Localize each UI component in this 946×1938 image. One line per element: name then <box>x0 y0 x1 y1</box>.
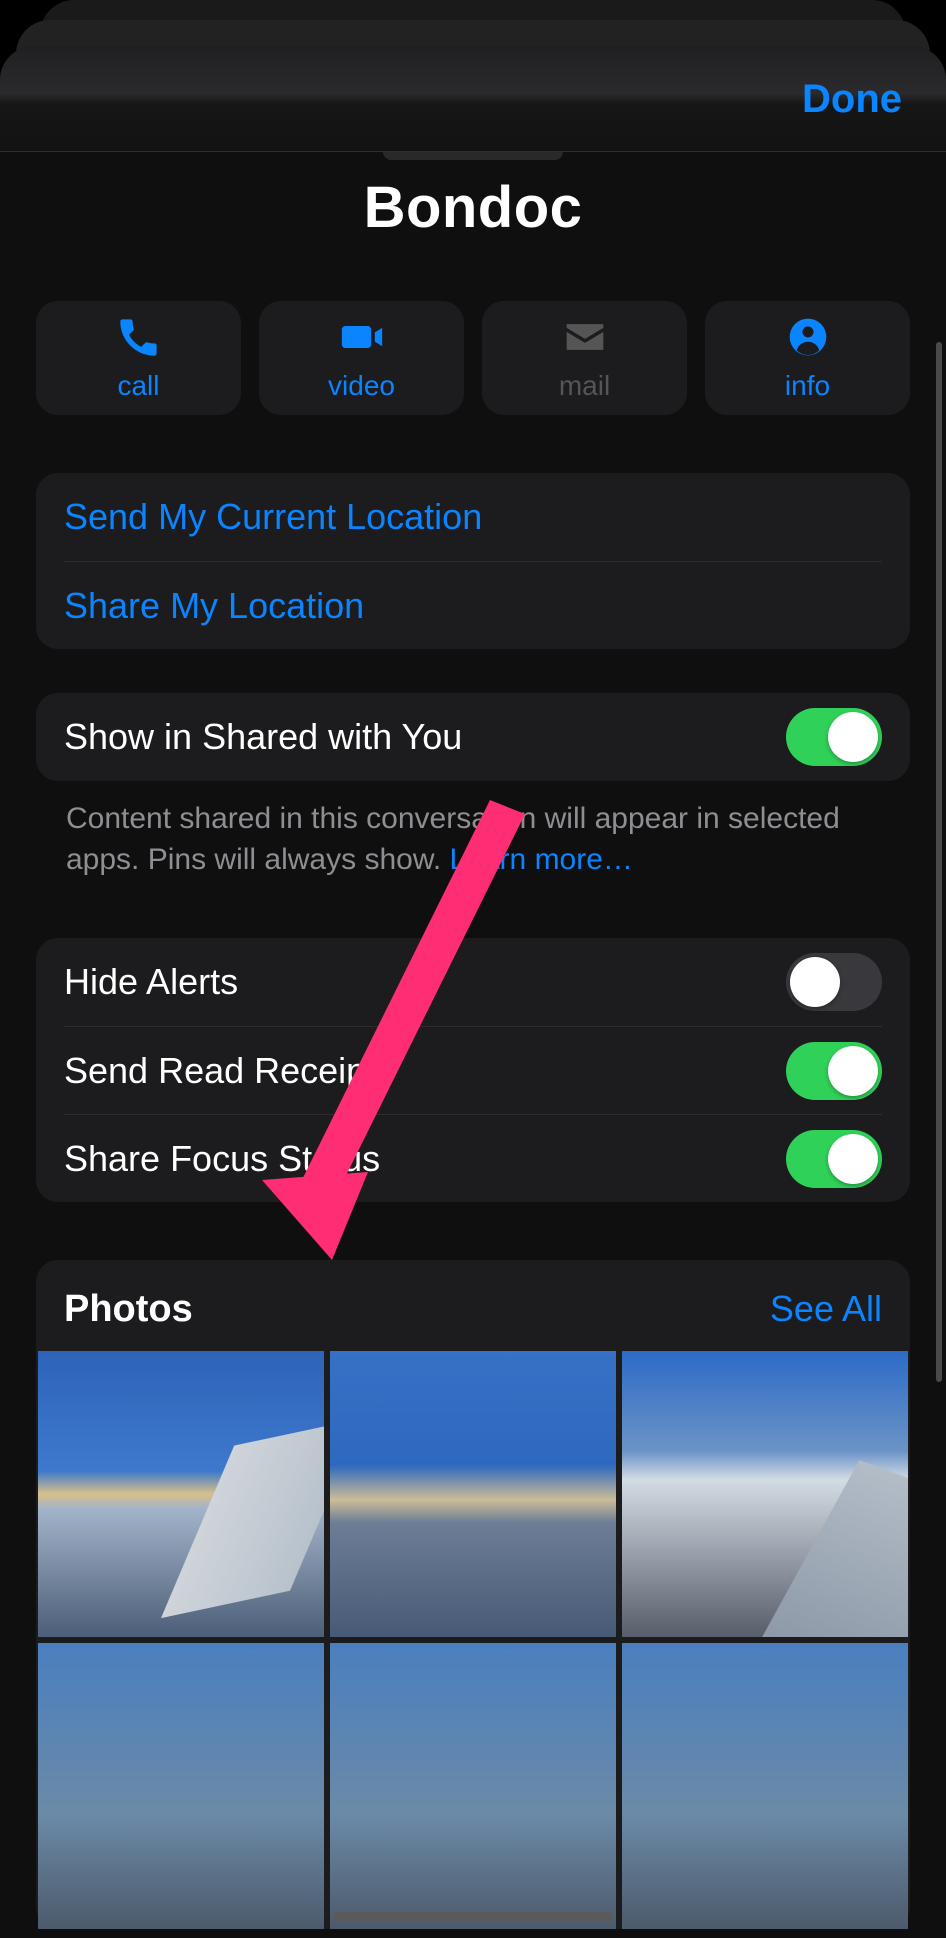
hide-alerts-toggle[interactable] <box>786 953 882 1011</box>
video-button[interactable]: video <box>259 301 464 415</box>
share-my-location-row[interactable]: Share My Location <box>64 561 882 649</box>
learn-more-link[interactable]: Learn more… <box>450 843 633 876</box>
video-icon <box>340 315 384 364</box>
share-focus-status-label: Share Focus Status <box>64 1138 380 1180</box>
share-my-location-label: Share My Location <box>64 585 364 627</box>
send-current-location-row[interactable]: Send My Current Location <box>36 473 910 561</box>
photo-thumbnail[interactable] <box>38 1351 324 1637</box>
mail-button: mail <box>482 301 687 415</box>
shared-with-you-footer: Content shared in this conversation will… <box>36 781 910 880</box>
send-current-location-label: Send My Current Location <box>64 496 482 538</box>
send-read-receipts-toggle[interactable] <box>786 1042 882 1100</box>
video-thumbnail[interactable]: 0:32 <box>622 1351 908 1637</box>
shared-with-you-toggle[interactable] <box>786 708 882 766</box>
photo-thumbnail[interactable] <box>622 1643 908 1929</box>
share-focus-status-toggle[interactable] <box>786 1130 882 1188</box>
mail-icon <box>563 315 607 364</box>
share-focus-status-row: Share Focus Status <box>64 1114 882 1202</box>
call-button[interactable]: call <box>36 301 241 415</box>
hide-alerts-row: Hide Alerts <box>36 938 910 1026</box>
hide-alerts-label: Hide Alerts <box>64 961 238 1003</box>
navigation-bar: Done <box>0 46 946 152</box>
quick-actions-row: call video mail <box>36 301 910 415</box>
contact-name: Bondoc <box>36 174 910 241</box>
contact-details-sheet: Done Bondoc call video <box>0 46 946 1938</box>
photos-see-all-button[interactable]: See All <box>770 1288 882 1330</box>
info-button[interactable]: info <box>705 301 910 415</box>
send-read-receipts-label: Send Read Receipts <box>64 1050 394 1092</box>
scroll-indicator[interactable] <box>936 342 942 1382</box>
show-in-shared-with-you-row: Show in Shared with You <box>36 693 910 781</box>
send-read-receipts-row: Send Read Receipts <box>64 1026 882 1114</box>
video-label: video <box>328 370 395 402</box>
shared-with-you-label: Show in Shared with You <box>64 716 462 758</box>
phone-icon <box>117 315 161 364</box>
person-circle-icon <box>786 315 830 364</box>
photo-thumbnail[interactable] <box>330 1351 616 1637</box>
call-label: call <box>117 370 159 402</box>
home-indicator[interactable] <box>333 1912 613 1922</box>
mail-label: mail <box>559 370 610 402</box>
photos-title: Photos <box>64 1288 193 1331</box>
photos-grid: 0:32 <box>36 1351 910 1929</box>
conversation-settings-group: Hide Alerts Send Read Receipts Share Foc… <box>36 938 910 1202</box>
photo-thumbnail[interactable] <box>330 1643 616 1929</box>
photo-thumbnail[interactable] <box>38 1643 324 1929</box>
video-duration-badge: 0:32 <box>834 1593 894 1627</box>
info-label: info <box>785 370 830 402</box>
done-button[interactable]: Done <box>802 77 902 122</box>
shared-with-you-group: Show in Shared with You <box>36 693 910 781</box>
photos-section: Photos See All 0:32 <box>36 1260 910 1929</box>
location-group: Send My Current Location Share My Locati… <box>36 473 910 649</box>
